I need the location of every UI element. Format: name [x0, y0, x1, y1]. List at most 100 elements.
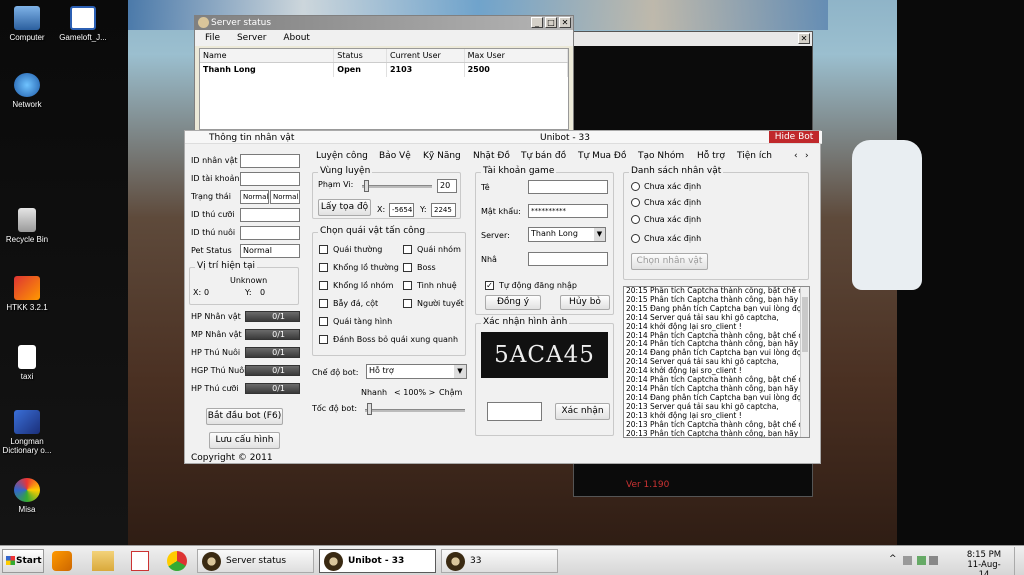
char-radio-4[interactable]	[631, 234, 640, 243]
app-icon	[202, 552, 221, 571]
y-coord-field[interactable]: 2245	[431, 203, 456, 217]
server-select[interactable]: Thanh Long ▼	[528, 227, 606, 242]
range-slider-track[interactable]	[362, 185, 432, 188]
taskbar-33[interactable]: 33	[441, 549, 558, 573]
tab-utilities[interactable]: Tiện ích	[737, 151, 772, 161]
desktop-icon-htkk[interactable]: HTKK 3.2.1	[0, 276, 57, 312]
menu-about[interactable]: About	[283, 33, 310, 43]
tab-autobuy[interactable]: Tự Mua Đồ	[578, 151, 626, 161]
start-bot-button[interactable]: Bắt đầu bot (F6)	[206, 408, 283, 425]
folder-icon[interactable]	[92, 551, 114, 571]
username-field[interactable]	[528, 180, 608, 194]
pet-status-field[interactable]: Normal	[240, 244, 300, 258]
tab-training[interactable]: Luyện công	[316, 151, 368, 161]
tab-scroll-right-icon[interactable]: ›	[805, 151, 809, 161]
cancel-button[interactable]: Hủy bỏ	[560, 295, 610, 310]
tray-expand-icon[interactable]: ^	[889, 554, 897, 564]
tab-support[interactable]: Hỗ trợ	[697, 151, 725, 161]
maximize-button[interactable]: □	[545, 17, 557, 28]
captcha-input[interactable]	[487, 402, 542, 421]
tab-party[interactable]: Tạo Nhóm	[638, 151, 684, 161]
password-field[interactable]: **********	[528, 204, 608, 218]
get-coords-button[interactable]: Lấy tọa độ	[318, 199, 371, 216]
checkbox-giant[interactable]	[319, 263, 328, 272]
close-button[interactable]: ✕	[559, 17, 571, 28]
network-icon[interactable]	[917, 556, 926, 565]
taskbar-server-status[interactable]: Server status	[197, 549, 314, 573]
start-button[interactable]: Start	[2, 549, 44, 573]
char-id-field[interactable]	[240, 154, 300, 168]
char-info-title: Thông tin nhân vật	[209, 133, 295, 143]
clock[interactable]: 8:15 PM 11-Aug-14	[962, 550, 1006, 575]
bot-mode-select[interactable]: Hỗ trợ ▼	[366, 364, 467, 379]
chrome-icon[interactable]	[167, 551, 187, 571]
checkbox-invisible[interactable]	[319, 317, 328, 326]
account-id-field[interactable]	[240, 172, 300, 186]
hp-char-bar: 0/1	[245, 311, 300, 322]
flag-icon[interactable]	[903, 556, 912, 565]
show-desktop-button[interactable]	[1014, 547, 1023, 575]
volume-icon[interactable]	[929, 556, 938, 565]
checkbox-snowman[interactable]	[403, 299, 412, 308]
speed-slider-thumb[interactable]	[367, 403, 372, 415]
mp-char-bar: 0/1	[245, 329, 300, 340]
char-radio-3[interactable]	[631, 215, 640, 224]
desktop-icon-recycle-bin[interactable]: Recycle Bin	[0, 208, 57, 244]
status-field-1[interactable]: Normal	[240, 190, 269, 204]
scrollbar-thumb[interactable]	[802, 297, 808, 352]
checkbox-boss-only[interactable]	[319, 335, 328, 344]
char-radio-1[interactable]	[631, 182, 640, 191]
checkbox-party[interactable]	[403, 245, 412, 254]
desktop-icon-network[interactable]: Network	[0, 73, 57, 109]
status-field-2[interactable]: Normal	[270, 190, 300, 204]
captcha-group: Xác nhận hình ảnh 5ACA45 Xác nhận	[475, 317, 614, 436]
checkbox-trap[interactable]	[319, 299, 328, 308]
unikey-icon[interactable]	[131, 551, 149, 571]
desktop-icon-misa[interactable]: Misa	[0, 478, 57, 514]
checkbox-normal[interactable]	[319, 245, 328, 254]
dictionary-icon	[14, 410, 40, 434]
auto-login-checkbox[interactable]: ✓	[485, 281, 494, 290]
chevron-down-icon[interactable]: ▼	[594, 228, 605, 241]
app-icon	[446, 552, 465, 571]
checkbox-giant-party[interactable]	[319, 281, 328, 290]
minimize-button[interactable]: _	[531, 17, 543, 28]
speed-slider-track[interactable]	[365, 409, 465, 412]
game-close-button[interactable]: ✕	[798, 33, 810, 44]
ok-button[interactable]: Đồng ý	[485, 295, 541, 310]
range-slider-thumb[interactable]	[364, 180, 369, 192]
save-config-button[interactable]: Lưu cấu hình	[209, 432, 280, 449]
tab-scroll-left-icon[interactable]: ‹	[794, 151, 798, 161]
char-radio-2[interactable]	[631, 198, 640, 207]
desktop-icon-computer[interactable]: Computer	[0, 6, 57, 42]
menu-server[interactable]: Server	[237, 33, 267, 43]
htkk-icon	[14, 276, 40, 300]
character-field[interactable]	[528, 252, 608, 266]
checkbox-boss[interactable]	[403, 263, 412, 272]
mount-id-field[interactable]	[240, 208, 300, 222]
server-status-window[interactable]: Server status _ □ ✕ File Server About Na…	[194, 15, 574, 135]
tab-autosell[interactable]: Tự bán đồ	[521, 151, 566, 161]
menu-file[interactable]: File	[205, 33, 220, 43]
select-char-button[interactable]: Chọn nhân vật	[631, 253, 708, 270]
pet-id-field[interactable]	[240, 226, 300, 240]
media-player-icon[interactable]	[52, 551, 72, 571]
chevron-down-icon[interactable]: ▼	[454, 365, 466, 378]
desktop-icon-longman[interactable]: Longman Dictionary o...	[0, 410, 57, 455]
desktop-icon-taxi[interactable]: taxi	[0, 345, 57, 381]
x-coord-field[interactable]: -5654	[389, 203, 414, 217]
hide-bot-button[interactable]: Hide Bot	[769, 131, 819, 143]
tab-protect[interactable]: Bảo Vệ	[379, 151, 411, 161]
tab-pickup[interactable]: Nhặt Đồ	[473, 151, 510, 161]
tab-skills[interactable]: Kỹ Năng	[423, 151, 461, 161]
log-panel[interactable]: 20:15 Phân tích Captcha thành công, bật …	[623, 286, 810, 438]
checkbox-champion[interactable]	[403, 281, 412, 290]
log-scrollbar[interactable]	[800, 287, 809, 437]
desktop-icon-gameloft[interactable]: Gameloft_J...	[53, 6, 113, 42]
captcha-confirm-button[interactable]: Xác nhận	[555, 403, 610, 420]
table-row[interactable]: Thanh Long Open 2103 2500	[200, 63, 568, 77]
taskbar-unibot[interactable]: Unibot - 33	[319, 549, 436, 573]
range-value-field[interactable]: 20	[437, 179, 457, 193]
unibot-window[interactable]: Thông tin nhân vật Unibot - 33 Hide Bot …	[184, 130, 822, 464]
monster-select-group: Chọn quái vật tấn công Quái thường Khổng…	[312, 226, 466, 356]
